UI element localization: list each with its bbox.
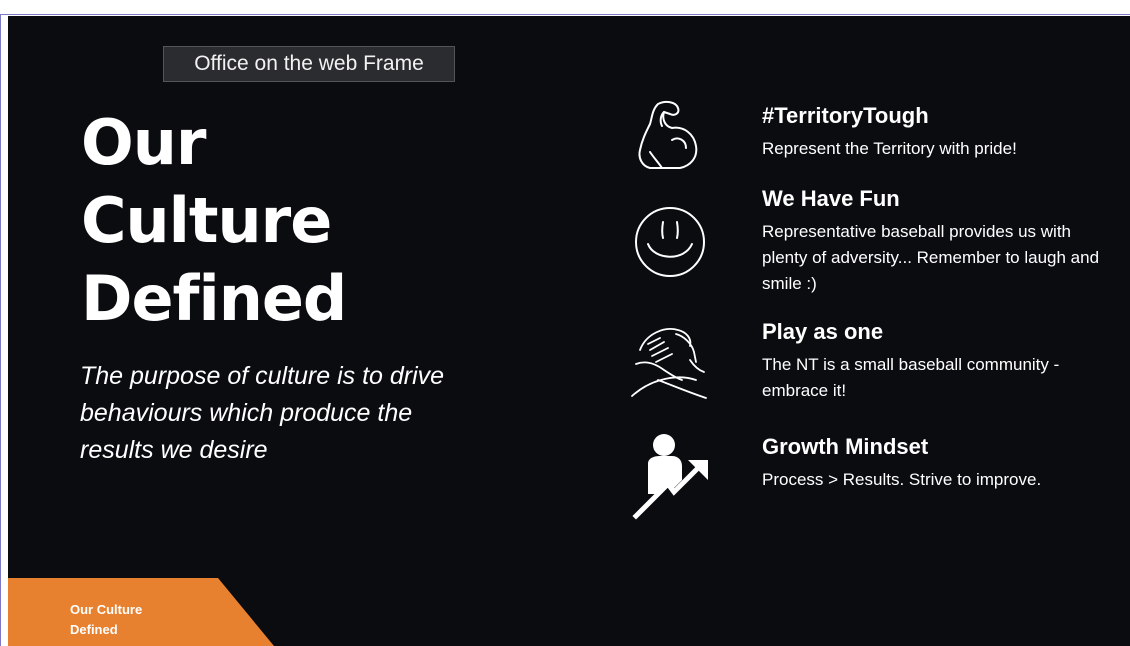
footer-badge-text: Our Culture Defined (70, 600, 190, 640)
frame-tooltip: Office on the web Frame (163, 46, 455, 82)
handshake-icon (626, 320, 710, 404)
footer-badge-line-1: Our Culture (70, 602, 143, 617)
value-text: The NT is a small baseball community - e… (762, 355, 1060, 400)
growth-person-icon (628, 430, 714, 520)
value-text: Process > Results. Strive to improve. (762, 470, 1042, 489)
title-line-1: Our (81, 106, 206, 179)
value-text: Represent the Territory with pride! (762, 139, 1017, 158)
footer-badge: Our Culture Defined (8, 578, 278, 646)
slide-canvas[interactable]: Our Culture Defined The purpose of cultu… (8, 16, 1130, 646)
value-heading: #TerritoryTough (762, 103, 929, 128)
value-growth-mindset: Growth Mindset Process > Results. Strive… (762, 433, 1102, 493)
footer-badge-line-2: Defined (70, 622, 118, 637)
value-text: Representative baseball provides us with… (762, 222, 1100, 293)
value-we-have-fun: We Have Fun Representative baseball prov… (762, 185, 1102, 297)
value-heading: We Have Fun (762, 186, 900, 211)
value-play-as-one: Play as one The NT is a small baseball c… (762, 318, 1102, 404)
smiley-face-icon (628, 204, 708, 284)
value-heading: Growth Mindset (762, 434, 929, 459)
flexed-bicep-icon (628, 96, 708, 176)
value-heading: Play as one (762, 319, 884, 344)
frame-border-top (0, 14, 1130, 15)
slide-title: Our Culture Defined (81, 104, 501, 338)
title-line-3: Defined (81, 262, 347, 335)
value-territory-tough: #TerritoryTough Represent the Territory … (762, 102, 1102, 162)
slide-subtitle: The purpose of culture is to drive behav… (80, 362, 445, 464)
frame-border-left (0, 14, 1, 646)
title-line-2: Culture (81, 184, 332, 257)
